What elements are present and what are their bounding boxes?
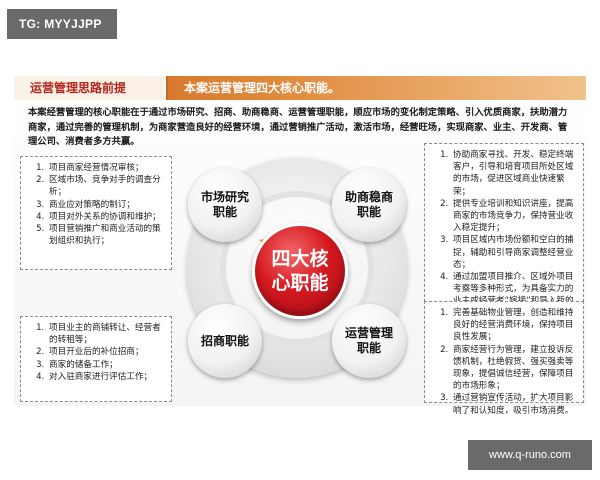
node-leasing: 招商职能 [188,304,262,378]
list-item: 通过营销宣传活动，扩大项目影响了和认知度，吸引市场消费。 [451,392,577,416]
node-operations: 运营管理职能 [332,304,406,378]
box-operations: 完善基础物业管理，创造和维持良好的经营消费环境，保持项目良性发展；商家经营行为管… [424,301,584,416]
list-item: 区域市场、竞争对手的调查分析； [47,174,165,198]
box-market-research: 项目商家经营情况审核；区域市场、竞争对手的调查分析；商业应对策略的制订；项目对外… [20,156,172,270]
list-item: 项目业主的商铺转让、经营者的转租等； [47,322,165,346]
center-core-circle: 四大核心职能 [252,223,348,319]
node-merchant-support-label: 助商稳商职能 [344,190,393,219]
title-bar: 运营管理思路前提 本案运营管理四大核心职能。 [14,76,586,100]
list-item: 商业应对策略的制订； [47,199,165,211]
node-operations-label: 运营管理职能 [344,326,393,355]
list-item: 项目对外关系的协调和维护； [47,211,165,223]
title-tab-left: 运营管理思路前提 [14,76,166,100]
list-item: 项目开业后的补位招商； [47,346,165,358]
watermark-tag: TG: MYYJJPP [7,9,117,39]
list-item: 项目营销推广和商业活动的策划组织和执行； [47,223,165,247]
box-merchant-support: 协助商家寻找、开发、稳定终端客户，引导和培育项目所处区域的市场，促进区域商业快速… [424,143,584,319]
list-item: 完善基础物业管理，创造和维持良好的经营消费环境，保持项目良性发展； [451,307,577,344]
box-market-research-list: 项目商家经营情况审核；区域市场、竞争对手的调查分析；商业应对策略的制订；项目对外… [21,157,171,252]
list-item: 项目区域内市场份额和空白的捕捉，辅助和引导商家调整经营业态； [451,234,577,271]
watermark-url: www.q-runo.com [468,440,592,470]
list-item: 对入驻商家进行评估工作； [47,371,165,383]
node-leasing-label: 招商职能 [200,333,249,348]
list-item: 协助商家寻找、开发、稳定终端客户，引导和培育项目所处区域的市场，促进区域商业快速… [451,149,577,198]
box-merchant-support-list: 协助商家寻找、开发、稳定终端客户，引导和培育项目所处区域的市场，促进区域商业快速… [425,144,583,325]
center-core-label: 四大核心职能 [271,248,329,294]
box-leasing-list: 项目业主的商铺转让、经营者的转租等；项目开业后的补位招商；商家的储备工作；对入驻… [21,317,171,388]
list-item: 商家的储备工作； [47,359,165,371]
list-item: 项目商家经营情况审核； [47,162,165,174]
box-leasing: 项目业主的商铺转让、经营者的转租等；项目开业后的补位招商；商家的储备工作；对入驻… [20,316,172,402]
node-merchant-support: 助商稳商职能 [332,168,406,242]
list-item: 提供专业培训和知识讲座，提高商家的市场竞争力，保持营业收入稳定提升； [451,198,577,235]
node-market-research-label: 市场研究职能 [200,190,249,219]
node-market-research: 市场研究职能 [188,168,262,242]
title-text-right: 本案运营管理四大核心职能。 [184,81,341,95]
box-operations-list: 完善基础物业管理，创造和维持良好的经营消费环境，保持项目良性发展；商家经营行为管… [425,302,583,422]
slide: 运营管理思路前提 本案运营管理四大核心职能。 本案经营管理的核心职能在于通过市场… [14,68,586,416]
list-item: 商家经营行为管理，建立投诉反馈机制，杜绝假货、强买强卖等现象，提倡诚信经营，保障… [451,344,577,393]
core-functions-diagram: 四大核心职能 市场研究职能 助商稳商职能 招商职能 运营管理职能 [162,150,432,404]
